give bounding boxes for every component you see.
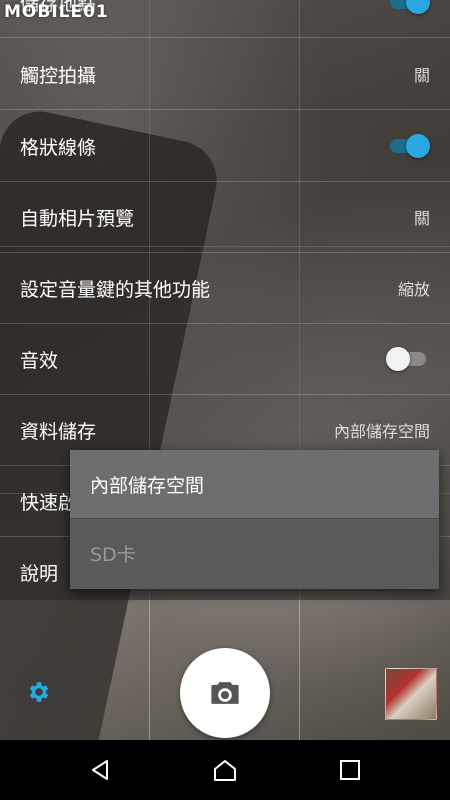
setting-label: 自動相片預覽 <box>20 207 135 230</box>
setting-value: 關 <box>413 209 430 228</box>
setting-row-volume-key[interactable]: 設定音量鍵的其他功能 縮放 <box>0 253 450 324</box>
grid-lines-toggle[interactable] <box>386 133 430 159</box>
setting-row-touch-capture[interactable]: 觸控拍攝 關 <box>0 39 450 110</box>
save-location-toggle[interactable] <box>386 0 430 15</box>
setting-row-auto-preview[interactable]: 自動相片預覽 關 <box>0 182 450 253</box>
shutter-button[interactable] <box>180 648 270 738</box>
setting-row-grid-lines[interactable]: 格狀線條 <box>0 111 450 182</box>
setting-label: 音效 <box>20 349 59 372</box>
watermark-logo: MOBILE01 <box>4 2 109 22</box>
setting-label: 格狀線條 <box>20 136 97 159</box>
dropdown-option-sd-card: SD卡 <box>90 544 136 566</box>
sound-toggle[interactable] <box>386 346 430 372</box>
home-button[interactable] <box>180 740 270 800</box>
storage-dropdown-menu: 內部儲存空間 SD卡 <box>70 450 439 589</box>
camera-icon <box>211 682 239 704</box>
recents-icon <box>340 760 360 780</box>
setting-value: 關 <box>413 66 430 85</box>
navigation-bar <box>0 740 450 800</box>
setting-label: 觸控拍攝 <box>20 64 97 87</box>
recents-button[interactable] <box>305 740 395 800</box>
setting-label: 資料儲存 <box>20 420 97 443</box>
last-photo-thumbnail[interactable] <box>385 668 437 720</box>
gear-icon <box>29 682 49 702</box>
setting-label: 設定音量鍵的其他功能 <box>20 278 211 301</box>
setting-value: 縮放 <box>397 280 430 299</box>
back-icon <box>92 760 108 780</box>
dropdown-option-internal-storage[interactable]: 內部儲存空間 <box>70 450 439 519</box>
home-icon <box>214 760 236 781</box>
setting-row-sound[interactable]: 音效 <box>0 324 450 395</box>
settings-button[interactable] <box>14 667 64 717</box>
back-button[interactable] <box>55 740 145 800</box>
setting-value: 內部儲存空間 <box>333 422 430 441</box>
setting-label: 說明 <box>20 563 59 585</box>
